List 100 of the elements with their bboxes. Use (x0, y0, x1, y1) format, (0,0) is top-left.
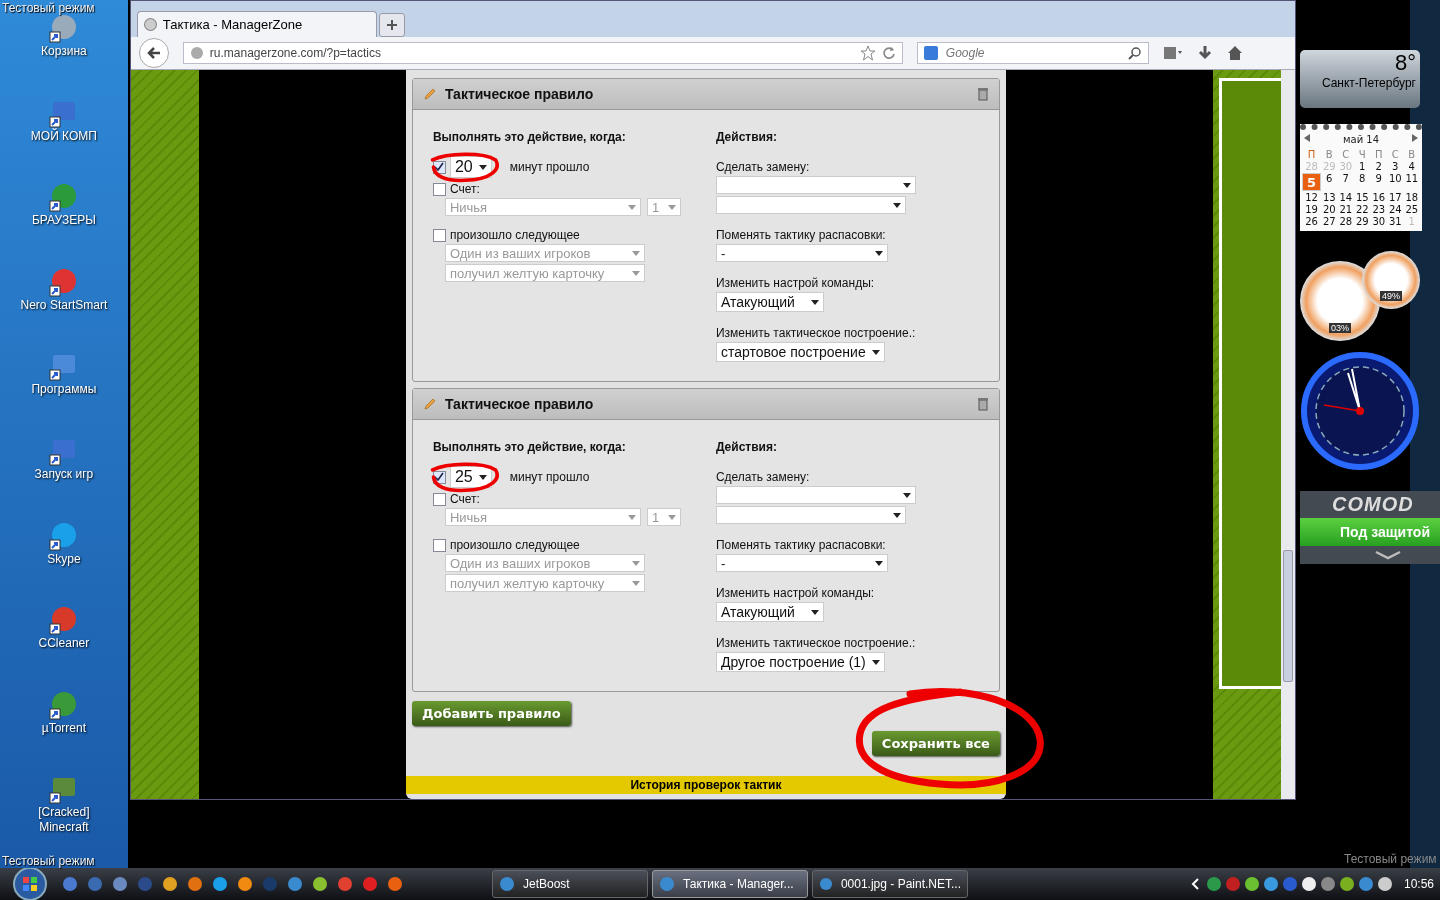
back-button[interactable] (138, 38, 169, 68)
calendar-day[interactable]: 30 (1370, 216, 1387, 227)
quick-launch-icon[interactable] (362, 876, 378, 892)
history-bar[interactable]: История проверок тактик (405, 776, 1006, 794)
calendar-day[interactable]: 21 (1337, 204, 1355, 215)
calendar-day[interactable]: 16 (1370, 192, 1387, 203)
desktop-icon-label[interactable]: Skype (18, 551, 109, 567)
calendar-day[interactable]: 14 (1337, 192, 1355, 203)
browser-tab[interactable]: Тактика - ManagerZone (136, 11, 377, 37)
calendar-day[interactable]: 20 (1321, 204, 1338, 215)
trash-icon[interactable] (976, 87, 989, 101)
calendar-day[interactable]: 17 (1387, 192, 1404, 203)
add-rule-button[interactable]: Добавить правило (411, 700, 571, 726)
passing-select[interactable]: - (715, 244, 888, 262)
quick-launch-icon[interactable] (162, 876, 178, 892)
formation-select[interactable]: Другое построение (1) (715, 652, 885, 672)
calendar-day[interactable]: 11 (1403, 173, 1420, 191)
calendar-day[interactable]: 25 (1403, 204, 1420, 215)
score-checkbox[interactable] (432, 492, 446, 506)
calendar-day[interactable]: 28 (1337, 216, 1355, 227)
desktop-icon-label[interactable]: БРАУЗЕРЫ (18, 213, 109, 229)
quick-launch-icon[interactable] (62, 876, 78, 892)
mood-select[interactable]: Атакующий (715, 602, 824, 622)
brand-label: COMOD (1331, 492, 1415, 517)
calendar-day[interactable]: 15 (1354, 192, 1371, 203)
calendar-day[interactable]: 27 (1321, 216, 1338, 227)
reload-icon[interactable] (881, 46, 896, 60)
calendar-day[interactable]: 4 (1403, 161, 1420, 172)
calendar-day[interactable]: 6 (1321, 173, 1338, 191)
star-icon[interactable] (859, 45, 876, 61)
calendar-day[interactable]: 10 (1387, 173, 1404, 191)
home-icon[interactable] (1226, 45, 1243, 61)
quick-launch-icon[interactable] (387, 876, 403, 892)
calendar-day[interactable]: 3 (1387, 161, 1404, 172)
calendar-day[interactable]: 24 (1387, 204, 1404, 215)
score-label: Счет: (449, 182, 480, 196)
quick-launch-icon[interactable] (337, 876, 353, 892)
calendar-day[interactable]: 1 (1354, 161, 1371, 172)
calendar-day[interactable]: 18 (1403, 192, 1420, 203)
calendar-day[interactable]: 26 (1302, 216, 1322, 227)
search-box[interactable]: Google (916, 42, 1149, 64)
quick-launch-icon[interactable] (112, 876, 128, 892)
quick-launch-icon[interactable] (187, 876, 203, 892)
score-checkbox[interactable] (432, 182, 446, 196)
tray-icon[interactable] (1243, 876, 1260, 892)
search-icon[interactable] (1127, 46, 1142, 60)
event-checkbox[interactable] (432, 538, 446, 552)
next-month-icon[interactable] (1412, 134, 1418, 142)
bookmarks-icon[interactable] (1162, 45, 1183, 61)
tray-icon[interactable] (1338, 876, 1355, 892)
new-tab-button[interactable] (378, 13, 405, 37)
minute-label: минут прошло (509, 160, 590, 174)
tray-icon[interactable] (1262, 876, 1279, 892)
chevron-down-icon[interactable] (1374, 550, 1402, 560)
taskbar-button[interactable]: 0001.jpg - Paint.NET... (812, 870, 968, 898)
event-checkbox[interactable] (432, 228, 446, 242)
calendar-day[interactable]: 8 (1354, 173, 1371, 191)
minute-select[interactable]: 25 (449, 466, 492, 488)
minute-select[interactable]: 20 (449, 156, 492, 178)
calendar-day[interactable]: 2 (1370, 161, 1387, 172)
chevron-left-icon[interactable] (1190, 878, 1199, 890)
tray-icon[interactable] (1300, 876, 1317, 892)
quick-launch-icon[interactable] (212, 876, 228, 892)
search-field[interactable]: Google (943, 45, 1122, 61)
tray-icon[interactable] (1376, 876, 1393, 892)
trash-icon[interactable] (976, 397, 989, 411)
quick-launch-icon[interactable] (237, 876, 253, 892)
desktop-icon-label[interactable]: МОЙ КОМП (18, 128, 109, 144)
mood-select[interactable]: Атакующий (715, 292, 824, 312)
calendar-day[interactable]: 22 (1354, 204, 1371, 215)
passing-select[interactable]: - (715, 554, 888, 572)
save-all-button[interactable]: Сохранить все (871, 730, 1000, 756)
quick-launch-icon[interactable] (312, 876, 328, 892)
address-bar[interactable]: ru.managerzone.com/?p=tactics (182, 42, 903, 64)
scrollbar[interactable] (1281, 70, 1295, 799)
taskbar-button[interactable]: JetBoost (492, 870, 648, 898)
desktop-icon-label[interactable]: Программы (18, 382, 109, 398)
test-mode-label: Тестовый режим (2, 1, 95, 15)
download-icon[interactable] (1196, 45, 1213, 61)
desktop-icon-label[interactable]: Nero StartSmart (18, 297, 109, 313)
calendar-day[interactable]: 29 (1354, 216, 1371, 227)
quick-launch-icon[interactable] (287, 876, 303, 892)
calendar-day[interactable]: 19 (1302, 204, 1322, 215)
calendar-day[interactable]: 23 (1370, 204, 1387, 215)
desktop-icon-label[interactable]: CCleaner (18, 636, 109, 652)
desktop-icon-label[interactable]: Корзина (18, 44, 109, 59)
desktop-icon-label[interactable]: [Cracked] Minecraft (18, 805, 109, 836)
calendar-day[interactable]: 13 (1321, 192, 1338, 203)
formation-select[interactable]: стартовое построение (715, 342, 885, 362)
calendar-day[interactable]: 31 (1387, 216, 1404, 227)
desktop-icon-label[interactable]: µTorrent (18, 720, 109, 736)
start-button[interactable] (12, 866, 48, 900)
substitution-label: Сделать замену: (715, 160, 810, 174)
calendar-day[interactable]: 9 (1370, 173, 1387, 191)
clock-time[interactable]: 10:56 (1403, 877, 1434, 891)
calendar-day[interactable]: 12 (1302, 192, 1322, 203)
taskbar-button[interactable]: Тактика - Manager... (652, 870, 808, 898)
previous-month-icon[interactable] (1304, 134, 1310, 142)
desktop-icon-label[interactable]: Запуск игр (18, 466, 109, 482)
calendar-day[interactable]: 7 (1337, 173, 1355, 191)
